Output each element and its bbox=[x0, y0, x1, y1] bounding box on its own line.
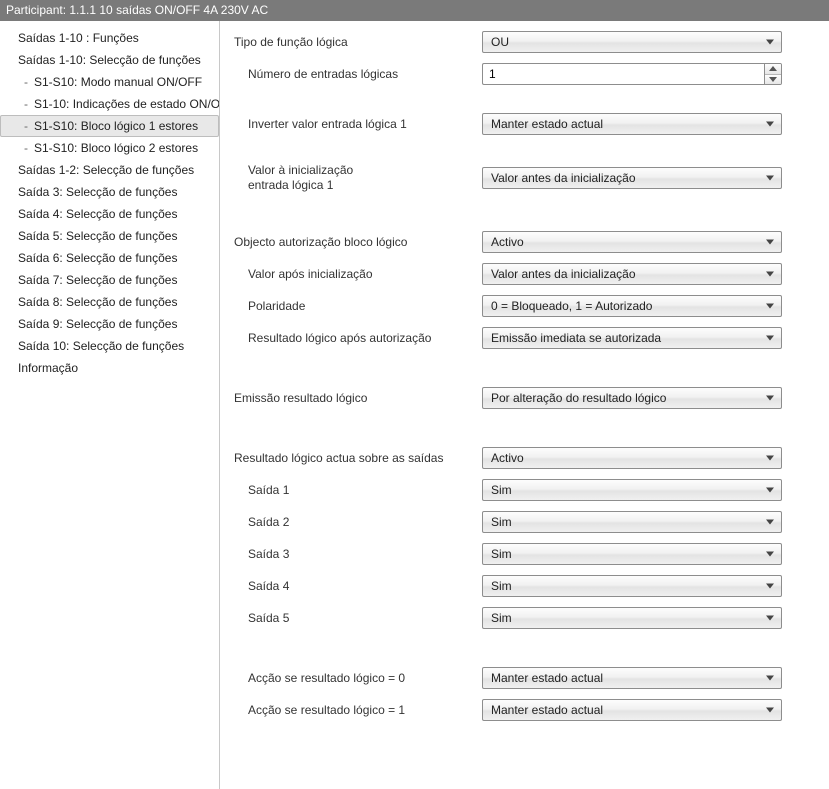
spinner-num-entradas bbox=[482, 63, 782, 85]
label-valor-init: Valor à inicialização entrada lógica 1 bbox=[234, 163, 482, 193]
tree-item-label: Saída 10: Selecção de funções bbox=[18, 339, 184, 353]
label-resultado-saidas: Resultado lógico actua sobre as saídas bbox=[234, 451, 482, 466]
dropdown-value: Sim bbox=[491, 483, 512, 497]
tree-item-selected[interactable]: S1-S10: Bloco lógico 1 estores bbox=[0, 115, 219, 137]
dropdown-saida-3[interactable]: Sim bbox=[482, 543, 782, 565]
dropdown-valor-apos-init[interactable]: Valor antes da inicialização bbox=[482, 263, 782, 285]
participant-header: Participant: 1.1.1 10 saídas ON/OFF 4A 2… bbox=[0, 0, 829, 21]
tree-item-label: Informação bbox=[18, 361, 78, 375]
dropdown-inverter[interactable]: Manter estado actual bbox=[482, 113, 782, 135]
tree-item-label: Saída 9: Selecção de funções bbox=[18, 317, 177, 331]
label-accao-1: Acção se resultado lógico = 1 bbox=[234, 703, 482, 718]
dropdown-value: Manter estado actual bbox=[491, 703, 603, 717]
dropdown-value: Sim bbox=[491, 579, 512, 593]
dropdown-value: Por alteração do resultado lógico bbox=[491, 391, 666, 405]
dropdown-value: OU bbox=[491, 35, 509, 49]
tree-item-label: Saída 4: Selecção de funções bbox=[18, 207, 177, 221]
tree-item[interactable]: Saída 7: Selecção de funções bbox=[0, 269, 219, 291]
participant-title: Participant: 1.1.1 10 saídas ON/OFF 4A 2… bbox=[6, 3, 268, 17]
dropdown-value: Sim bbox=[491, 515, 512, 529]
spinner-up-button[interactable] bbox=[765, 64, 781, 75]
label-saida-3: Saída 3 bbox=[234, 547, 482, 562]
tree-item[interactable]: Saída 5: Selecção de funções bbox=[0, 225, 219, 247]
tree-item-label: Saída 3: Selecção de funções bbox=[18, 185, 177, 199]
tree-item-label: S1-S10: Bloco lógico 1 estores bbox=[34, 119, 198, 133]
dropdown-value: Valor antes da inicialização bbox=[491, 171, 636, 185]
tree-item[interactable]: Saída 10: Selecção de funções bbox=[0, 335, 219, 357]
tree-item[interactable]: Saída 3: Selecção de funções bbox=[0, 181, 219, 203]
tree-item-label: S1-S10: Bloco lógico 2 estores bbox=[34, 141, 198, 155]
label-polaridade: Polaridade bbox=[234, 299, 482, 314]
dropdown-value: 0 = Bloqueado, 1 = Autorizado bbox=[491, 299, 652, 313]
dropdown-accao-1[interactable]: Manter estado actual bbox=[482, 699, 782, 721]
label-accao-0: Acção se resultado lógico = 0 bbox=[234, 671, 482, 686]
dropdown-saida-4[interactable]: Sim bbox=[482, 575, 782, 597]
dropdown-value: Sim bbox=[491, 611, 512, 625]
tree-item-label: Saídas 1-2: Selecção de funções bbox=[18, 163, 194, 177]
dropdown-saida-2[interactable]: Sim bbox=[482, 511, 782, 533]
tree-item[interactable]: S1-S10: Modo manual ON/OFF bbox=[0, 71, 219, 93]
spinner-down-button[interactable] bbox=[765, 75, 781, 85]
spinner-buttons bbox=[764, 63, 782, 85]
label-obj-aut: Objecto autorização bloco lógico bbox=[234, 235, 482, 250]
dropdown-emissao[interactable]: Por alteração do resultado lógico bbox=[482, 387, 782, 409]
tree-item[interactable]: Saídas 1-10: Selecção de funções bbox=[0, 49, 219, 71]
dropdown-saida-1[interactable]: Sim bbox=[482, 479, 782, 501]
dropdown-value: Manter estado actual bbox=[491, 117, 603, 131]
dropdown-value: Activo bbox=[491, 451, 524, 465]
sidebar: Saídas 1-10 : Funções Saídas 1-10: Selec… bbox=[0, 21, 220, 789]
dropdown-value: Sim bbox=[491, 547, 512, 561]
body: Saídas 1-10 : Funções Saídas 1-10: Selec… bbox=[0, 21, 829, 789]
dropdown-value: Activo bbox=[491, 235, 524, 249]
dropdown-valor-init[interactable]: Valor antes da inicialização bbox=[482, 167, 782, 189]
label-inverter: Inverter valor entrada lógica 1 bbox=[234, 117, 482, 132]
tree-item-label: Saída 6: Selecção de funções bbox=[18, 251, 177, 265]
label-saida-1: Saída 1 bbox=[234, 483, 482, 498]
dropdown-value: Emissão imediata se autorizada bbox=[491, 331, 661, 345]
chevron-up-icon bbox=[769, 66, 777, 71]
tree-item-label: Saída 7: Selecção de funções bbox=[18, 273, 177, 287]
dropdown-polaridade[interactable]: 0 = Bloqueado, 1 = Autorizado bbox=[482, 295, 782, 317]
tree-item[interactable]: Saídas 1-2: Selecção de funções bbox=[0, 159, 219, 181]
tree-item-label: Saída 5: Selecção de funções bbox=[18, 229, 177, 243]
dropdown-tipo-funcao[interactable]: OU bbox=[482, 31, 782, 53]
dropdown-resultado-apos-aut[interactable]: Emissão imediata se autorizada bbox=[482, 327, 782, 349]
dropdown-saida-5[interactable]: Sim bbox=[482, 607, 782, 629]
tree-item-label: Saídas 1-10 : Funções bbox=[18, 31, 139, 45]
spinner-input-num-entradas[interactable] bbox=[482, 63, 764, 85]
tree-item-label: S1-10: Indicações de estado ON/O bbox=[34, 97, 220, 111]
dropdown-value: Valor antes da inicialização bbox=[491, 267, 636, 281]
tree-item[interactable]: Saídas 1-10 : Funções bbox=[0, 27, 219, 49]
tree-item[interactable]: Saída 9: Selecção de funções bbox=[0, 313, 219, 335]
dropdown-value: Manter estado actual bbox=[491, 671, 603, 685]
dropdown-accao-0[interactable]: Manter estado actual bbox=[482, 667, 782, 689]
tree-item[interactable]: Saída 8: Selecção de funções bbox=[0, 291, 219, 313]
label-saida-2: Saída 2 bbox=[234, 515, 482, 530]
dropdown-resultado-saidas[interactable]: Activo bbox=[482, 447, 782, 469]
label-valor-apos-init: Valor após inicialização bbox=[234, 267, 482, 282]
label-emissao: Emissão resultado lógico bbox=[234, 391, 482, 406]
label-tipo-funcao: Tipo de função lógica bbox=[234, 35, 482, 50]
tree-item[interactable]: Saída 4: Selecção de funções bbox=[0, 203, 219, 225]
label-saida-4: Saída 4 bbox=[234, 579, 482, 594]
tree-item-label: S1-S10: Modo manual ON/OFF bbox=[34, 75, 202, 89]
tree-item-label: Saídas 1-10: Selecção de funções bbox=[18, 53, 201, 67]
dropdown-obj-aut[interactable]: Activo bbox=[482, 231, 782, 253]
main-panel: Tipo de função lógica OU Número de entra… bbox=[220, 21, 829, 789]
tree-item[interactable]: S1-S10: Bloco lógico 2 estores bbox=[0, 137, 219, 159]
label-num-entradas: Número de entradas lógicas bbox=[234, 67, 482, 82]
label-resultado-apos-aut: Resultado lógico após autorização bbox=[234, 331, 482, 346]
tree-item[interactable]: Saída 6: Selecção de funções bbox=[0, 247, 219, 269]
label-saida-5: Saída 5 bbox=[234, 611, 482, 626]
chevron-down-icon bbox=[769, 77, 777, 82]
tree-item-label: Saída 8: Selecção de funções bbox=[18, 295, 177, 309]
tree-item[interactable]: S1-10: Indicações de estado ON/O bbox=[0, 93, 219, 115]
tree-item[interactable]: Informação bbox=[0, 357, 219, 379]
